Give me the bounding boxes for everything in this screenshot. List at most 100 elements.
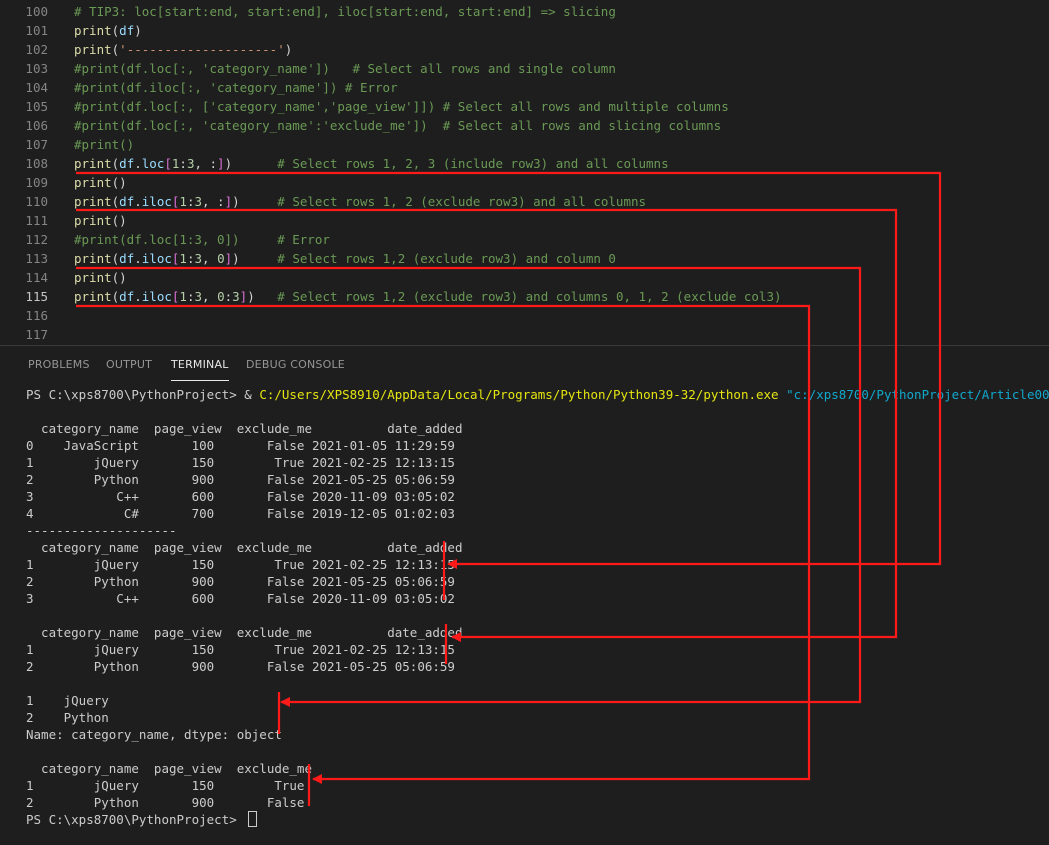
- code-token: 0: [217, 251, 225, 266]
- code-token: print: [74, 175, 112, 190]
- tab-output[interactable]: OUTPUT: [106, 358, 152, 371]
- line-number: 107: [25, 137, 48, 152]
- code-token: 3: [194, 194, 202, 209]
- code-token: df: [119, 251, 135, 266]
- code-line[interactable]: 103 #print(df.loc[:, 'category_name']) # …: [0, 59, 1049, 78]
- line-number: 109: [25, 175, 48, 190]
- code-token: :: [224, 289, 233, 304]
- code-token: .: [134, 156, 142, 171]
- code-token: print: [74, 156, 112, 171]
- code-token: ): [247, 289, 255, 304]
- code-token: 3: [232, 289, 240, 304]
- code-token: .: [134, 289, 142, 304]
- code-text: print(df.loc[1:3, :]) # Select rows 1, 2…: [74, 154, 669, 173]
- code-text: print(): [74, 268, 127, 287]
- code-token: [: [164, 156, 172, 171]
- terminal-line: 3 C++ 600 False 2020-11-09 03:05:02: [26, 591, 455, 606]
- code-token: ]: [217, 156, 225, 171]
- line-number: 113: [25, 251, 48, 266]
- code-token: ): [134, 23, 142, 38]
- code-token: , :: [194, 156, 218, 171]
- code-line[interactable]: 109 print(): [0, 173, 1049, 192]
- code-token: print: [74, 270, 112, 285]
- code-token: #print(): [74, 137, 135, 152]
- code-line[interactable]: 110 print(df.iloc[1:3, :]) # Select rows …: [0, 192, 1049, 211]
- code-token: df: [119, 194, 135, 209]
- terminal-line: category_name page_view exclude_me date_…: [26, 625, 463, 640]
- code-token: ]: [224, 194, 233, 209]
- code-line[interactable]: 113 print(df.iloc[1:3, 0]) # Select rows …: [0, 249, 1049, 268]
- code-line[interactable]: 115 print(df.iloc[1:3, 0:3]) # Select row…: [0, 287, 1049, 306]
- bottom-panel: PROBLEMS OUTPUT TERMINAL DEBUG CONSOLE P…: [0, 345, 1049, 845]
- code-token: ): [284, 42, 293, 57]
- code-token: df: [119, 23, 135, 38]
- code-editor[interactable]: 100 # TIP3: loc[start:end, start:end], il…: [0, 0, 1049, 345]
- panel-tab-bar: PROBLEMS OUTPUT TERMINAL DEBUG CONSOLE: [0, 346, 1049, 382]
- terminal-line: --------------------: [26, 523, 177, 538]
- code-text: #print(df.loc[1:3, 0]) # Error: [74, 230, 330, 249]
- terminal-line: 0 JavaScript 100 False 2021-01-05 11:29:…: [26, 438, 455, 453]
- code-line[interactable]: 102 print('--------------------'): [0, 40, 1049, 59]
- code-token: (): [111, 270, 127, 285]
- code-text: #print(df.loc[:, 'category_name']) # Sel…: [74, 59, 616, 78]
- terminal-prompt: PS C:\xps8700\PythonProject>: [26, 812, 245, 827]
- code-token: #print(df.loc[1:3, 0]) # Error: [74, 232, 330, 247]
- terminal-line: 2 Python 900 False 2021-05-25 05:06:59: [26, 659, 455, 674]
- code-line[interactable]: 104 #print(df.iloc[:, 'category_name']) #…: [0, 78, 1049, 97]
- terminal-line: 1 jQuery: [26, 693, 109, 708]
- code-token: # Select rows 1, 2, 3 (include row3) and…: [232, 156, 669, 171]
- code-line[interactable]: 111 print(): [0, 211, 1049, 230]
- code-token: loc: [141, 156, 165, 171]
- terminal-line: 2 Python 900 False 2021-05-25 05:06:59: [26, 574, 455, 589]
- code-text: print(): [74, 173, 127, 192]
- code-token: #print(df.loc[:, 'category_name']) # Sel…: [74, 61, 616, 76]
- code-token: print: [74, 42, 112, 57]
- code-text: print(df.iloc[1:3, :]) # Select rows 1, …: [74, 192, 646, 211]
- tab-problems[interactable]: PROBLEMS: [28, 358, 90, 371]
- tab-terminal[interactable]: TERMINAL: [171, 358, 229, 381]
- terminal-line: category_name page_view exclude_me date_…: [26, 421, 463, 436]
- code-line[interactable]: 117: [0, 325, 1049, 344]
- code-token: 1: [179, 251, 187, 266]
- code-line[interactable]: 100 # TIP3: loc[start:end, start:end], il…: [0, 2, 1049, 21]
- code-token: , :: [202, 194, 225, 209]
- terminal-line: 1 jQuery 150 True 2021-02-25 12:13:15: [26, 642, 455, 657]
- code-token: # Select rows 1,2 (exclude row3) and col…: [239, 251, 616, 266]
- code-text: #print(df.loc[:, 'category_name':'exclud…: [74, 116, 721, 135]
- line-number: 105: [25, 99, 48, 114]
- code-line[interactable]: 107 #print(): [0, 135, 1049, 154]
- code-text: print(df.iloc[1:3, 0:3]) # Select rows 1…: [74, 287, 782, 306]
- code-token: iloc: [141, 289, 172, 304]
- code-line[interactable]: 116: [0, 306, 1049, 325]
- code-token: 1: [179, 194, 187, 209]
- code-token: print: [74, 23, 112, 38]
- code-text: print(df.iloc[1:3, 0]) # Select rows 1,2…: [74, 249, 616, 268]
- code-line[interactable]: 106 #print(df.loc[:, 'category_name':'exc…: [0, 116, 1049, 135]
- terminal-final-prompt-line[interactable]: PS C:\xps8700\PythonProject>: [26, 811, 258, 828]
- code-token: #print(df.loc[:, 'category_name':'exclud…: [74, 118, 722, 133]
- terminal-line: category_name page_view exclude_me date_…: [26, 540, 463, 555]
- code-token: iloc: [141, 251, 172, 266]
- code-line[interactable]: 101 print(df): [0, 21, 1049, 40]
- code-token: ]: [224, 251, 233, 266]
- code-line[interactable]: 105 #print(df.loc[:, ['category_name','pa…: [0, 97, 1049, 116]
- code-token: (): [111, 213, 127, 228]
- line-number: 114: [25, 270, 48, 285]
- code-line[interactable]: 108 print(df.loc[1:3, :]) # Select rows 1…: [0, 154, 1049, 173]
- code-token: .: [134, 251, 142, 266]
- code-token: ): [232, 194, 240, 209]
- code-line[interactable]: 114 print(): [0, 268, 1049, 287]
- line-number: 101: [25, 23, 48, 38]
- code-text: print(): [74, 211, 127, 230]
- code-token: # Select rows 1,2 (exclude row3) and col…: [254, 289, 782, 304]
- code-token: :: [179, 156, 187, 171]
- tab-debug-console[interactable]: DEBUG CONSOLE: [246, 358, 345, 371]
- terminal-line: 1 jQuery 150 True 2021-02-25 12:13:15: [26, 557, 455, 572]
- line-number: 116: [25, 308, 48, 323]
- line-number: 103: [25, 61, 48, 76]
- code-line[interactable]: 112 #print(df.loc[1:3, 0]) # Error: [0, 230, 1049, 249]
- code-token: (): [111, 175, 127, 190]
- terminal-command-line: PS C:\xps8700\PythonProject> & C:/Users/…: [26, 386, 1049, 403]
- code-token: df: [119, 156, 135, 171]
- code-text: #print(df.loc[:, ['category_name','page_…: [74, 97, 729, 116]
